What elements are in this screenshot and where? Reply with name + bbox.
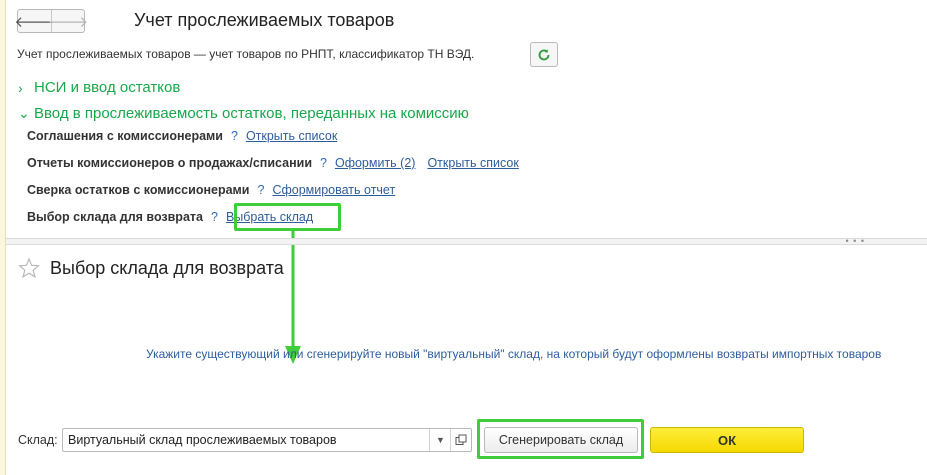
warehouse-field[interactable]: Виртуальный склад прослеживаемых товаров… bbox=[62, 428, 472, 452]
refresh-button[interactable] bbox=[530, 42, 558, 67]
row-agreements: Соглашения с комиссионерами ? Открыть сп… bbox=[27, 129, 349, 143]
row-reports: Отчеты комиссионеров о продажах/списании… bbox=[27, 156, 531, 170]
section-commission[interactable]: ⌄ Ввод в прослеживаемость остатков, пере… bbox=[18, 105, 469, 122]
help-icon[interactable]: ? bbox=[231, 129, 238, 143]
generate-warehouse-button[interactable]: Сгенерировать склад bbox=[484, 427, 638, 453]
refresh-icon bbox=[538, 48, 550, 60]
section-label: Ввод в прослеживаемость остатков, переда… bbox=[34, 105, 469, 122]
open-list-link[interactable]: Открыть список bbox=[427, 156, 518, 170]
splitter-grip-icon: • • • bbox=[845, 236, 865, 246]
row-reconciliation: Сверка остатков с комиссионерами ? Сформ… bbox=[27, 183, 407, 197]
arrow-right-icon: 🡒 bbox=[47, 13, 89, 31]
open-list-link[interactable]: Открыть список bbox=[246, 129, 337, 143]
warehouse-label: Склад: bbox=[18, 433, 58, 447]
open-window-icon bbox=[455, 434, 467, 445]
chevron-right-icon: › bbox=[18, 79, 23, 96]
chevron-down-icon: ▼ bbox=[436, 435, 445, 445]
warehouse-value: Виртуальный склад прослеживаемых товаров bbox=[68, 433, 337, 447]
chevron-down-icon: ⌄ bbox=[18, 105, 30, 121]
section-nsi[interactable]: › НСИ и ввод остатков bbox=[18, 79, 180, 96]
back-button[interactable]: 🡐 bbox=[14, 10, 54, 32]
generate-report-link[interactable]: Сформировать отчет bbox=[272, 183, 395, 197]
forward-button[interactable]: 🡒 bbox=[48, 10, 88, 32]
panel-splitter[interactable]: • • • bbox=[6, 236, 927, 246]
section-label: НСИ и ввод остатков bbox=[34, 79, 181, 96]
dropdown-button[interactable]: ▼ bbox=[429, 429, 451, 451]
row-label: Соглашения с комиссионерами bbox=[27, 129, 223, 143]
page-title: Учет прослеживаемых товаров bbox=[134, 10, 395, 30]
help-icon[interactable]: ? bbox=[320, 156, 327, 170]
highlight-select-link bbox=[234, 203, 341, 231]
help-icon[interactable]: ? bbox=[257, 183, 264, 197]
form-info-text: Укажите существующий или сгенерируйте но… bbox=[146, 347, 882, 361]
open-button[interactable] bbox=[450, 429, 471, 451]
star-outline-icon[interactable] bbox=[18, 257, 40, 279]
navigation-buttons: 🡐 🡒 bbox=[14, 9, 88, 33]
help-icon[interactable]: ? bbox=[211, 210, 218, 224]
ok-button[interactable]: ОК bbox=[650, 427, 804, 453]
page-description: Учет прослеживаемых товаров — учет товар… bbox=[17, 47, 475, 61]
row-label: Выбор склада для возврата bbox=[27, 210, 203, 224]
row-label: Сверка остатков с комиссионерами bbox=[27, 183, 250, 197]
row-label: Отчеты комиссионеров о продажах/списании bbox=[27, 156, 313, 170]
form-title: Выбор склада для возврата bbox=[50, 258, 284, 278]
issue-link[interactable]: Оформить (2) bbox=[335, 156, 415, 170]
